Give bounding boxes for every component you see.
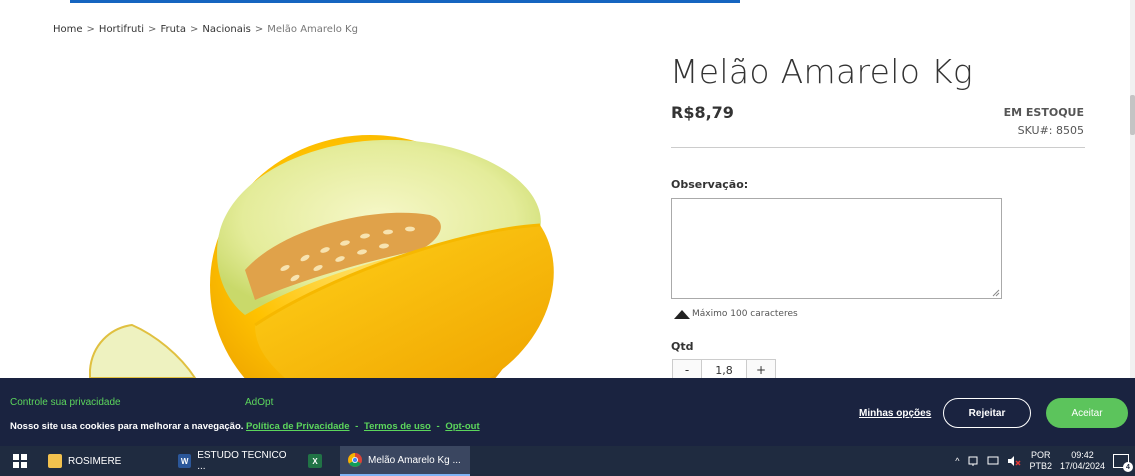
breadcrumb-separator: > xyxy=(148,24,157,35)
sku-line: SKU#: 8505 xyxy=(1018,124,1084,137)
notification-count: 4 xyxy=(1123,462,1133,472)
taskbar-item-word[interactable]: W ESTUDO TECNICO ... xyxy=(170,446,300,476)
taskbar-item-label: ESTUDO TECNICO ... xyxy=(197,450,287,472)
clock-time: 09:42 xyxy=(1071,450,1094,460)
breadcrumb-current: Melão Amarelo Kg xyxy=(267,24,358,35)
quantity-label: Qtd xyxy=(671,340,694,353)
breadcrumb-home[interactable]: Home xyxy=(53,24,83,35)
product-page: Home > Hortifruti > Fruta > Nacionais > … xyxy=(0,0,1135,476)
taskbar-item-chrome[interactable]: Melão Amarelo Kg ... xyxy=(340,446,470,476)
product-image[interactable] xyxy=(70,110,610,378)
breadcrumb-hortifruti[interactable]: Hortifruti xyxy=(99,24,144,35)
resize-grip-icon[interactable] xyxy=(992,289,1000,297)
windows-taskbar: ROSIMERE W ESTUDO TECNICO ... X Melão Am… xyxy=(0,446,1135,476)
start-button[interactable] xyxy=(0,446,40,476)
melon-illustration xyxy=(89,135,554,378)
taskbar-item-rosimere[interactable]: ROSIMERE xyxy=(40,446,170,476)
clock-date: 17/04/2024 xyxy=(1059,461,1105,471)
top-link-underline[interactable] xyxy=(70,0,740,3)
display-icon[interactable] xyxy=(987,455,999,467)
cookie-consent-banner: Controle sua privacidade AdOpt Nosso sit… xyxy=(0,378,1135,446)
breadcrumb: Home > Hortifruti > Fruta > Nacionais > … xyxy=(53,24,358,35)
cookie-banner-message: Nosso site usa cookies para melhorar a n… xyxy=(10,421,244,432)
system-tray: ^ POR PTB2 09:42 17/04/2024 4 xyxy=(955,446,1135,476)
clock[interactable]: 09:42 17/04/2024 xyxy=(1060,450,1105,472)
taskbar-item-excel[interactable]: X xyxy=(300,446,340,476)
triangle-up-icon xyxy=(674,309,690,319)
my-options-link[interactable]: Minhas opções xyxy=(859,408,931,419)
terms-of-use-link[interactable]: Termos de uso xyxy=(364,421,431,432)
volume-muted-icon[interactable] xyxy=(1007,455,1021,467)
privacy-policy-link[interactable]: Política de Privacidade xyxy=(246,421,350,432)
taskbar-item-label: ROSIMERE xyxy=(68,455,122,467)
accept-button[interactable]: Aceitar xyxy=(1046,398,1128,428)
stock-status: EM ESTOQUE xyxy=(1003,106,1084,119)
breadcrumb-separator: > xyxy=(86,24,95,35)
observation-textarea[interactable] xyxy=(671,198,1002,299)
breadcrumb-separator: > xyxy=(189,24,199,35)
breadcrumb-separator: > xyxy=(254,24,264,35)
cookie-banner-brand[interactable]: AdOpt xyxy=(245,397,273,408)
link-separator: - xyxy=(436,421,440,432)
excel-icon: X xyxy=(308,454,322,468)
folder-icon xyxy=(48,454,62,468)
sku-label: SKU#: xyxy=(1017,124,1053,137)
word-icon: W xyxy=(178,454,192,468)
cookie-banner-title: Controle sua privacidade xyxy=(10,397,121,408)
windows-logo-icon xyxy=(13,454,27,468)
divider xyxy=(671,147,1085,148)
chevron-up-icon[interactable]: ^ xyxy=(955,456,959,466)
language-indicator[interactable]: POR PTB2 xyxy=(1029,450,1052,472)
notification-center-icon[interactable]: 4 xyxy=(1113,454,1133,472)
breadcrumb-fruta[interactable]: Fruta xyxy=(160,24,186,35)
network-icon[interactable] xyxy=(967,455,979,467)
language-code: POR xyxy=(1030,450,1051,460)
link-separator: - xyxy=(355,421,359,432)
reject-button[interactable]: Rejeitar xyxy=(943,398,1031,428)
keyboard-layout: PTB2 xyxy=(1029,461,1052,471)
scrollbar-thumb[interactable] xyxy=(1130,95,1135,135)
max-characters-note: Máximo 100 caracteres xyxy=(674,309,798,319)
sku-value: 8505 xyxy=(1056,124,1084,137)
product-price: R$8,79 xyxy=(671,103,734,122)
observation-label: Observação: xyxy=(671,178,749,191)
taskbar-item-label: Melão Amarelo Kg ... xyxy=(368,454,461,466)
opt-out-link[interactable]: Opt-out xyxy=(445,421,479,432)
breadcrumb-nacionais[interactable]: Nacionais xyxy=(202,24,250,35)
chrome-icon xyxy=(348,453,362,467)
max-characters-text: Máximo 100 caracteres xyxy=(692,309,798,319)
cookie-banner-text: Nosso site usa cookies para melhorar a n… xyxy=(10,421,480,432)
product-title: Melão Amarelo Kg xyxy=(670,52,974,91)
page-scrollbar[interactable] xyxy=(1130,0,1135,378)
